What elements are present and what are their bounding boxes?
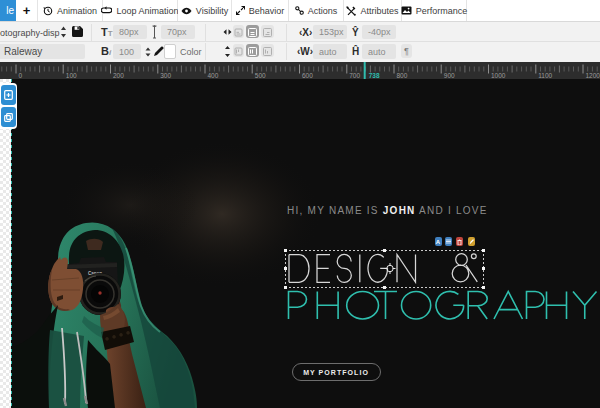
svg-text:0: 0	[19, 72, 23, 79]
svg-text:1200: 1200	[586, 72, 600, 79]
svg-text:800: 800	[397, 72, 408, 79]
svg-text:100: 100	[66, 72, 77, 79]
svg-text:600: 600	[302, 72, 313, 79]
svg-text:1000: 1000	[491, 72, 506, 79]
svg-text:400: 400	[208, 72, 219, 79]
svg-text:738: 738	[369, 72, 380, 79]
svg-text:200: 200	[113, 72, 124, 79]
svg-text:300: 300	[160, 72, 171, 79]
svg-text:1100: 1100	[538, 72, 552, 79]
svg-text:900: 900	[444, 72, 455, 79]
svg-text:500: 500	[255, 72, 266, 79]
svg-text:700: 700	[349, 72, 360, 79]
